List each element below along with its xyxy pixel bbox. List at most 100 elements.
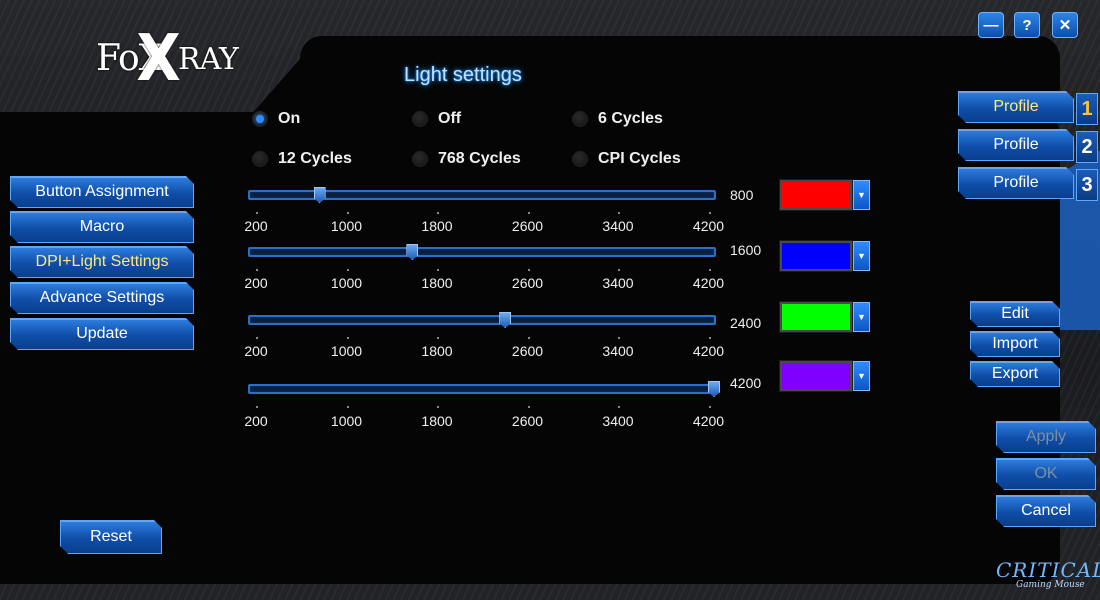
dpi-value: 800 xyxy=(730,187,754,203)
dpi-slider-4[interactable] xyxy=(248,381,720,397)
tick-dot xyxy=(527,406,530,408)
tick-dot xyxy=(437,269,439,271)
profile-button-2[interactable]: Profile xyxy=(958,129,1074,161)
tick-label: 200 xyxy=(244,218,268,234)
radio-dot-icon[interactable] xyxy=(252,111,268,127)
tick-dot xyxy=(437,406,439,408)
slider-tick-marks xyxy=(248,406,716,410)
color-swatch-red[interactable] xyxy=(779,179,853,211)
tick-dot xyxy=(437,212,439,214)
tick-dot xyxy=(346,337,349,339)
menu-item-macro[interactable]: Macro xyxy=(10,211,194,243)
tick-label: 3400 xyxy=(602,413,634,429)
light-mode-radio-6-cycles[interactable]: 6 Cycles xyxy=(572,110,663,128)
tick-dot xyxy=(708,212,711,214)
tick-dot xyxy=(256,269,258,271)
tick-label: 3400 xyxy=(602,275,634,291)
light-mode-radio-cpi-cycles[interactable]: CPI Cycles xyxy=(572,150,681,168)
dpi-slider-2[interactable] xyxy=(248,244,716,260)
foxxray-logo: FoX X RAY xyxy=(96,22,239,98)
slider-tick-labels: 200 1000 1800 2600 3400 4200 xyxy=(240,218,730,234)
tick-dot xyxy=(256,337,258,339)
profile-number-1[interactable]: 1 xyxy=(1076,93,1098,125)
export-button[interactable]: Export xyxy=(970,361,1060,387)
menu-item-advance-settings[interactable]: Advance Settings xyxy=(10,282,194,314)
cancel-button[interactable]: Cancel xyxy=(996,495,1096,527)
tick-dot xyxy=(618,337,620,339)
slider-tick-marks xyxy=(248,269,716,273)
dpi-slider-3[interactable] xyxy=(248,312,716,328)
logo-ray-text: RAY xyxy=(178,42,239,77)
tick-label: 3400 xyxy=(602,218,634,234)
reset-button[interactable]: Reset xyxy=(60,520,162,554)
color-dropdown-button[interactable]: ▼ xyxy=(853,302,870,332)
critical-brand-logo: CRITICAL Gaming Mouse xyxy=(996,558,1100,594)
profile-number-2[interactable]: 2 xyxy=(1076,131,1098,163)
profile-number-3[interactable]: 3 xyxy=(1076,169,1098,201)
tick-label: 2600 xyxy=(511,218,544,234)
tick-label: 3400 xyxy=(602,343,634,359)
color-swatch-blue[interactable] xyxy=(779,240,853,272)
profile-button-3[interactable]: Profile xyxy=(958,167,1074,199)
chevron-down-icon: ▼ xyxy=(857,371,866,381)
menu-item-dpi-light-settings[interactable]: DPI+Light Settings xyxy=(10,246,194,278)
dpi-value: 4200 xyxy=(730,375,762,391)
light-mode-radio-12-cycles[interactable]: 12 Cycles xyxy=(252,150,352,168)
tick-label: 200 xyxy=(244,275,268,291)
tick-label: 4200 xyxy=(692,218,725,234)
radio-label: 768 Cycles xyxy=(438,150,521,167)
help-button[interactable]: ? xyxy=(1014,12,1040,38)
chevron-down-icon: ▼ xyxy=(857,251,866,261)
tick-label: 2600 xyxy=(511,413,544,429)
slider-tick-marks xyxy=(248,212,716,216)
radio-dot-icon[interactable] xyxy=(412,151,428,167)
tick-label: 1800 xyxy=(421,413,453,429)
import-button[interactable]: Import xyxy=(970,331,1060,357)
tick-label: 200 xyxy=(244,343,268,359)
slider-tick-labels: 200 1000 1800 2600 3400 4200 xyxy=(240,343,730,359)
menu-item-update[interactable]: Update xyxy=(10,318,194,350)
radio-dot-icon[interactable] xyxy=(572,151,588,167)
close-button[interactable]: ✕ xyxy=(1052,12,1078,38)
light-mode-radio-off[interactable]: Off xyxy=(412,110,461,128)
tick-dot xyxy=(618,406,620,408)
edit-button[interactable]: Edit xyxy=(970,301,1060,327)
color-dropdown-button[interactable]: ▼ xyxy=(853,241,870,271)
tick-dot xyxy=(527,337,530,339)
dpi-slider-1[interactable] xyxy=(248,187,716,203)
tick-label: 4200 xyxy=(692,343,725,359)
radio-label: 6 Cycles xyxy=(598,110,663,127)
tick-label: 1000 xyxy=(330,413,363,429)
color-swatch-green[interactable] xyxy=(779,301,853,333)
tick-label: 2600 xyxy=(511,343,544,359)
color-swatch-purple[interactable] xyxy=(779,360,853,392)
radio-dot-icon[interactable] xyxy=(572,111,588,127)
tick-label: 1000 xyxy=(330,343,363,359)
tick-dot xyxy=(346,269,349,271)
color-dropdown-button[interactable]: ▼ xyxy=(853,361,870,391)
tick-dot xyxy=(437,337,439,339)
tick-dot xyxy=(346,212,349,214)
profile-button-1[interactable]: Profile xyxy=(958,91,1074,123)
close-icon: ✕ xyxy=(1058,17,1072,34)
tick-label: 2600 xyxy=(511,275,544,291)
ok-button[interactable]: OK xyxy=(996,458,1096,490)
apply-button[interactable]: Apply xyxy=(996,421,1096,453)
radio-label: CPI Cycles xyxy=(598,150,681,167)
minimize-button[interactable]: — xyxy=(978,12,1004,38)
chevron-down-icon: ▼ xyxy=(857,312,866,322)
chevron-down-icon: ▼ xyxy=(857,190,866,200)
radio-label: On xyxy=(278,110,301,127)
tick-dot xyxy=(346,406,349,408)
tick-dot xyxy=(527,212,530,214)
tick-dot xyxy=(618,269,620,271)
color-dropdown-button[interactable]: ▼ xyxy=(853,180,870,210)
menu-item-button-assignment[interactable]: Button Assignment xyxy=(10,176,194,208)
slider-tick-labels: 200 1000 1800 2600 3400 4200 xyxy=(240,275,730,291)
radio-dot-icon[interactable] xyxy=(412,111,428,127)
tick-label: 1800 xyxy=(421,343,453,359)
slider-tick-marks xyxy=(248,337,716,341)
radio-dot-icon[interactable] xyxy=(252,151,268,167)
light-mode-radio-768-cycles[interactable]: 768 Cycles xyxy=(412,150,521,168)
light-mode-radio-on[interactable]: On xyxy=(252,110,300,128)
